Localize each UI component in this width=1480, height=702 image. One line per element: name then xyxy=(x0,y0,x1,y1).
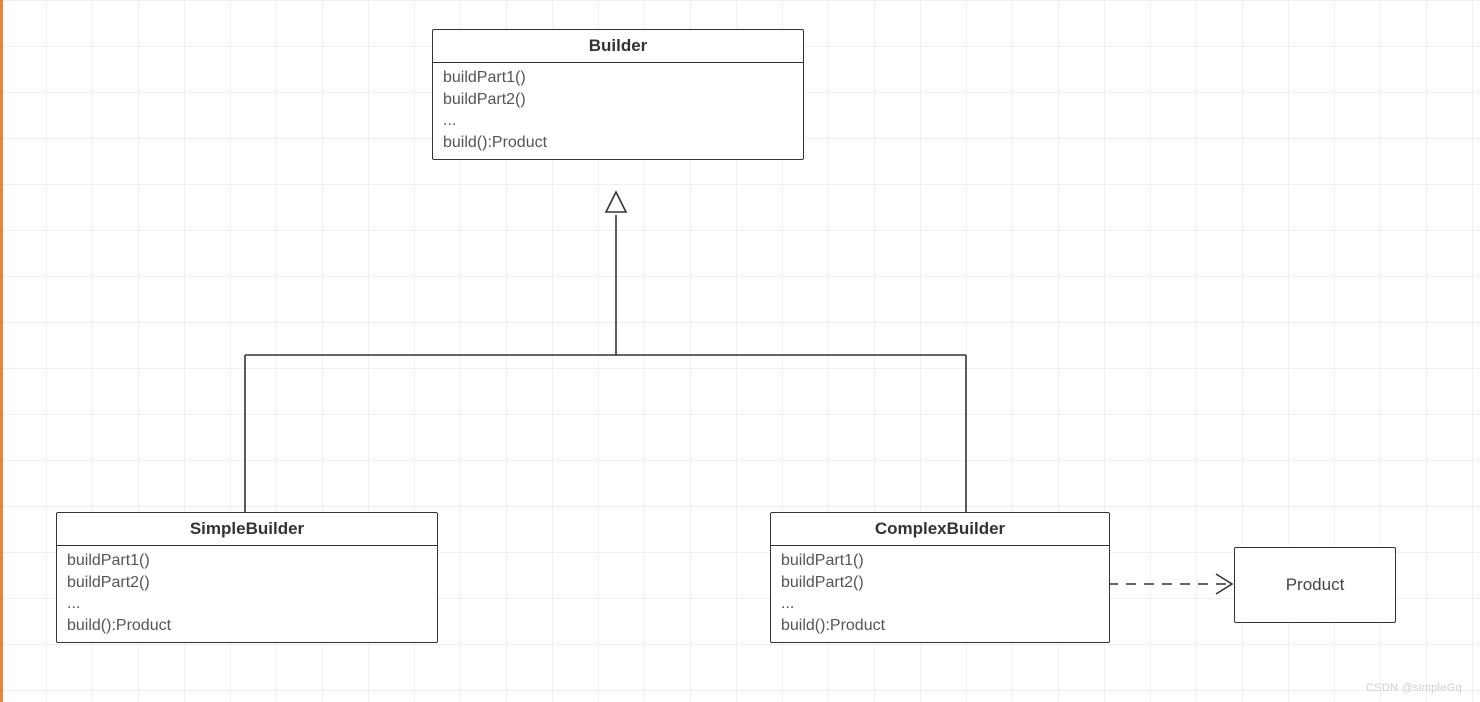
editor-left-accent xyxy=(0,0,3,702)
method: ... xyxy=(781,593,1099,615)
method: ... xyxy=(443,110,793,132)
method: buildPart1() xyxy=(443,67,793,89)
method: build():Product xyxy=(781,615,1099,637)
class-simplebuilder[interactable]: SimpleBuilder buildPart1() buildPart2() … xyxy=(56,512,438,643)
class-product[interactable]: Product xyxy=(1234,547,1396,623)
class-complexbuilder-body: buildPart1() buildPart2() ... build():Pr… xyxy=(771,546,1109,642)
class-simplebuilder-title: SimpleBuilder xyxy=(57,513,437,546)
class-complexbuilder-title: ComplexBuilder xyxy=(771,513,1109,546)
method: buildPart1() xyxy=(67,550,427,572)
watermark: CSDN @simpleGq xyxy=(1366,682,1462,694)
method: buildPart2() xyxy=(781,572,1099,594)
class-complexbuilder[interactable]: ComplexBuilder buildPart1() buildPart2()… xyxy=(770,512,1110,643)
class-builder[interactable]: Builder buildPart1() buildPart2() ... bu… xyxy=(432,29,804,160)
method: buildPart2() xyxy=(443,89,793,111)
method: ... xyxy=(67,593,427,615)
method: buildPart2() xyxy=(67,572,427,594)
inherit-arrowhead xyxy=(606,192,626,212)
class-simplebuilder-body: buildPart1() buildPart2() ... build():Pr… xyxy=(57,546,437,642)
method: build():Product xyxy=(443,132,793,154)
method: build():Product xyxy=(67,615,427,637)
class-product-title: Product xyxy=(1286,575,1345,595)
method: buildPart1() xyxy=(781,550,1099,572)
class-builder-title: Builder xyxy=(433,30,803,63)
class-builder-body: buildPart1() buildPart2() ... build():Pr… xyxy=(433,63,803,159)
